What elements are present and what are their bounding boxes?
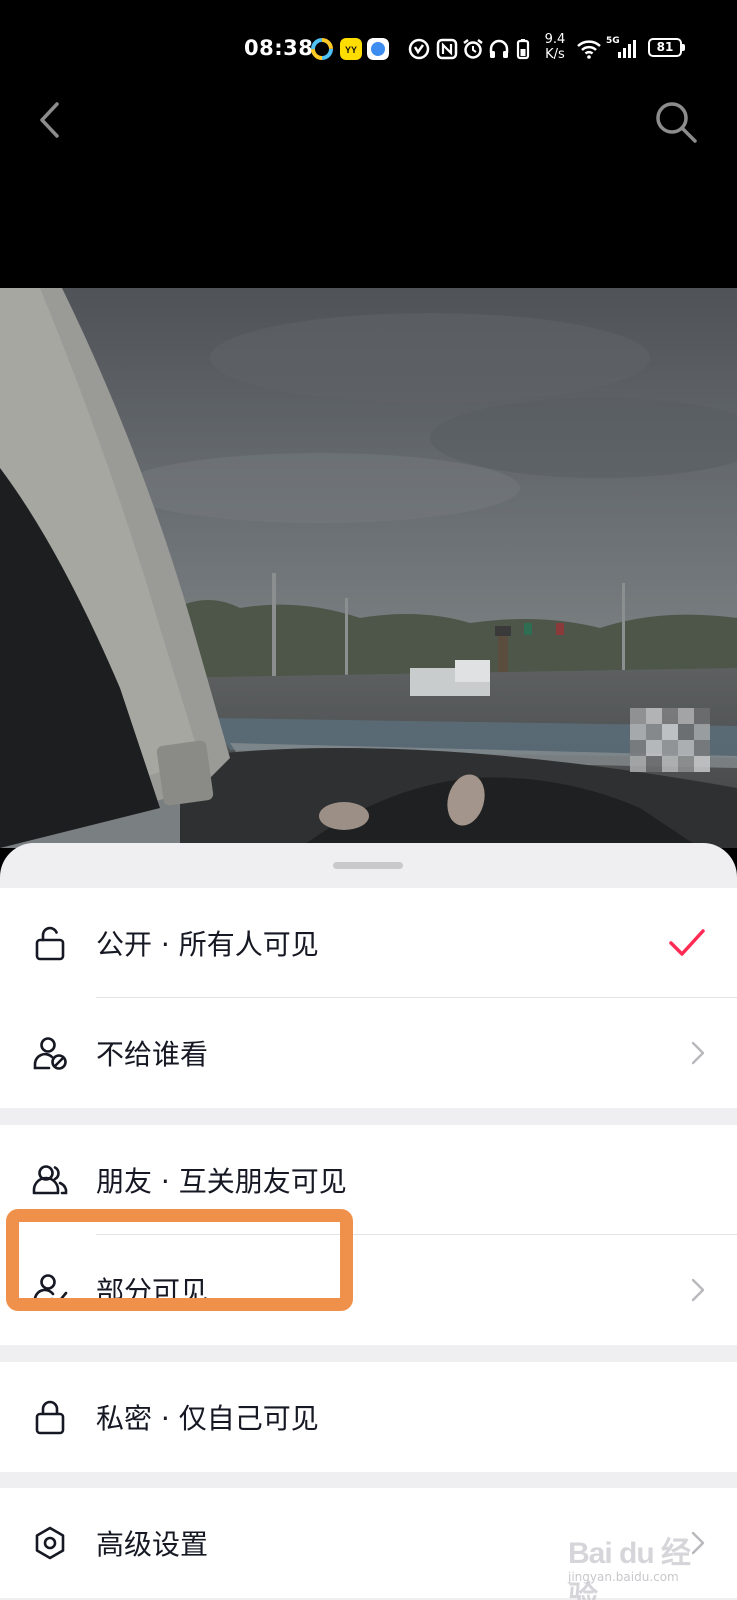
search-icon[interactable] [652,98,700,146]
settings-hexagon-icon [35,1526,65,1560]
watermark: Bai du 经验 jingyan.baidu.com [568,1522,718,1600]
chevron-right-icon [691,1278,705,1302]
network-speed: 9.4 K/s [540,32,570,62]
chevron-right-icon [691,1041,705,1065]
option-public-label: 公开 · 所有人可见 [96,928,319,961]
lock-icon [35,1400,65,1435]
option-friends-label: 朋友 · 互关朋友可见 [96,1165,347,1198]
option-hide-from-label: 不给谁看 [96,1038,209,1071]
watermark-url: jingyan.baidu.com [568,1570,679,1584]
app-notification-icon [311,38,333,60]
sheet-drag-handle[interactable] [333,862,403,869]
signal-bars-icon [618,40,636,58]
watermark-logo-text: Bai du 经验 [568,1537,691,1600]
option-private-label: 私密 · 仅自己可见 [96,1402,319,1435]
wifi-icon [577,40,601,59]
alarm-icon [463,39,483,59]
video-frame-image [0,288,737,848]
user-block-icon [33,1037,67,1070]
network-speed-value: 9.4 [544,32,566,47]
option-hide-from[interactable]: 不给谁看 [0,998,737,1108]
unlock-icon [35,926,65,961]
yy-app-icon: YY [340,38,362,60]
cloud-app-icon [367,38,389,60]
status-time: 08:38 [244,36,314,60]
nfc-icon [436,38,458,60]
visibility-group-private: 私密 · 仅自己可见 [0,1362,737,1472]
battery-indicator: 81 [648,38,685,57]
option-public[interactable]: 公开 · 所有人可见 [0,888,737,998]
headphones-icon [489,39,509,58]
option-private[interactable]: 私密 · 仅自己可见 [0,1362,737,1472]
svg-text:YY: YY [345,45,357,55]
phone-battery-icon [516,39,530,60]
status-bar: 08:38 YY 9.4 K/s 5G 81 [0,0,737,74]
screen: 08:38 YY 9.4 K/s 5G 81 公开 · 所有人可见 不给谁看 朋… [0,0,737,1600]
network-speed-unit: K/s [545,47,565,62]
chevron-left-icon[interactable] [30,98,74,142]
checkmark-icon [669,929,705,956]
option-advanced-settings-label: 高级设置 [96,1528,209,1561]
video-preview [0,288,737,848]
highlight-annotation [6,1209,353,1311]
friends-icon [32,1165,68,1195]
vpn-icon [408,38,430,60]
visibility-group-public: 公开 · 所有人可见 不给谁看 [0,888,737,1108]
